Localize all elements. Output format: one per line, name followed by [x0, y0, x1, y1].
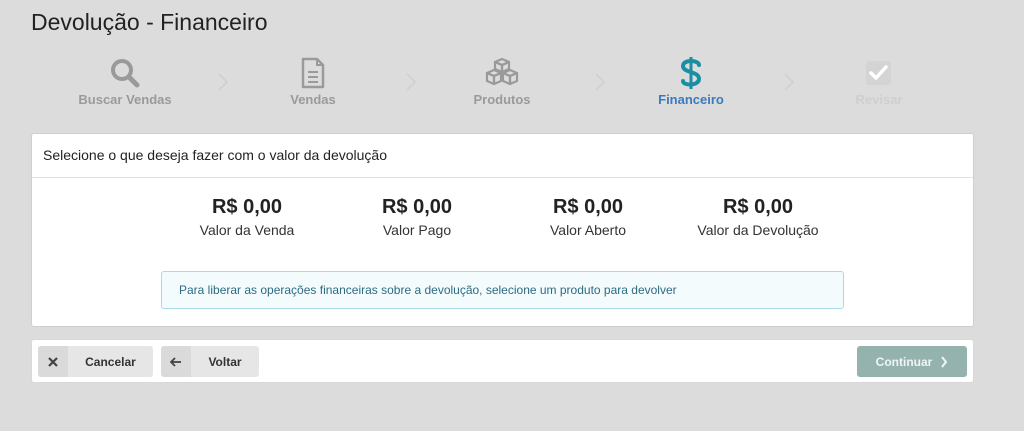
panel-header: Selecione o que deseja fazer com o valor… [32, 134, 973, 178]
stat-valor-devolucao: R$ 0,00 Valor da Devolução [673, 196, 843, 238]
financeiro-panel: Selecione o que deseja fazer com o valor… [31, 133, 974, 327]
back-button[interactable]: Voltar [161, 346, 259, 377]
step-revisar: Revisar [804, 56, 954, 107]
document-icon [238, 56, 388, 90]
stat-label: Valor Pago [382, 222, 452, 238]
step-label: Vendas [290, 92, 336, 107]
search-icon [50, 56, 200, 90]
step-vendas[interactable]: Vendas [238, 56, 388, 107]
cancel-button-label: Cancelar [85, 354, 136, 369]
chevron-right-icon [784, 73, 795, 91]
stat-value: R$ 0,00 [552, 196, 624, 218]
continue-button-label: Continuar [875, 354, 933, 369]
stat-value: R$ 0,00 [211, 196, 283, 218]
boxes-icon [427, 56, 577, 90]
cancel-button[interactable]: Cancelar [38, 346, 153, 377]
footer-actions: Cancelar Voltar Continuar [31, 339, 974, 383]
wizard-stepper: Buscar Vendas Vendas Produtos Financeiro… [0, 56, 1024, 116]
step-buscar-vendas[interactable]: Buscar Vendas [50, 56, 200, 107]
stat-valor-aberto: R$ 0,00 Valor Aberto [503, 196, 673, 238]
stat-value: R$ 0,00 [381, 196, 453, 218]
step-label: Buscar Vendas [78, 92, 172, 107]
step-label: Revisar [855, 92, 903, 107]
chevron-right-icon [218, 73, 229, 91]
arrow-left-icon [161, 346, 191, 377]
stat-value: R$ 0,00 [722, 196, 794, 218]
dollar-icon [616, 56, 766, 90]
stat-valor-venda: R$ 0,00 Valor da Venda [162, 196, 332, 238]
chevron-right-icon [595, 73, 606, 91]
chevron-right-icon [941, 355, 948, 368]
back-button-label: Voltar [208, 354, 242, 369]
info-alert: Para liberar as operações financeiras so… [161, 271, 844, 309]
step-produtos[interactable]: Produtos [427, 56, 577, 107]
continue-button[interactable]: Continuar [857, 346, 967, 377]
page-title: Devolução - Financeiro [31, 9, 268, 35]
step-financeiro[interactable]: Financeiro [616, 56, 766, 107]
step-label: Financeiro [658, 92, 724, 107]
stat-label: Valor da Devolução [697, 222, 819, 238]
close-icon [38, 346, 68, 377]
stat-valor-pago: R$ 0,00 Valor Pago [332, 196, 502, 238]
stat-label: Valor Aberto [549, 222, 626, 238]
stat-label: Valor da Venda [199, 222, 295, 238]
chevron-right-icon [406, 73, 417, 91]
step-label: Produtos [473, 92, 531, 107]
checkbox-icon [804, 56, 954, 90]
